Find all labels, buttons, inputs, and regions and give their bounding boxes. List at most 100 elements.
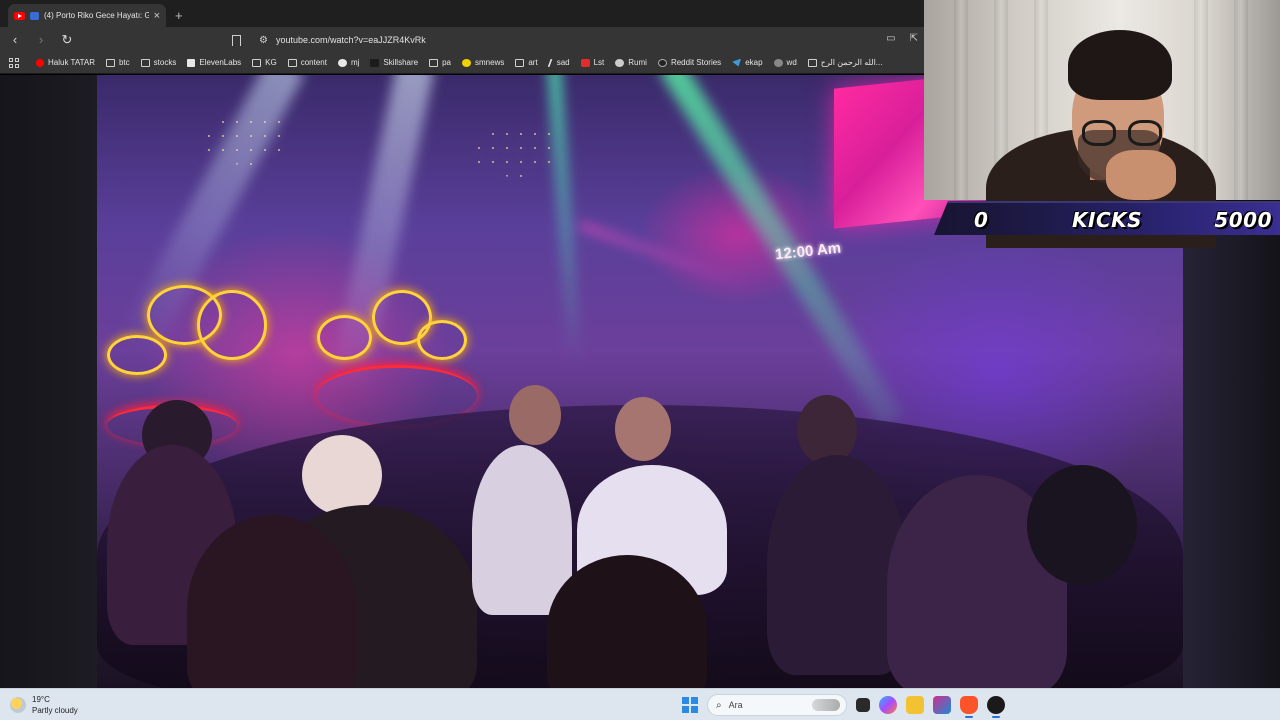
bookmark-rumi[interactable]: Rumi xyxy=(615,58,647,67)
crowd-head xyxy=(615,397,671,461)
weather-description: Partly cloudy xyxy=(32,706,78,715)
chandelier xyxy=(472,127,562,177)
weather-widget[interactable]: 19°C Partly cloudy xyxy=(10,694,78,716)
share-icon[interactable]: ⇱ xyxy=(910,33,918,44)
crowd-head xyxy=(1027,465,1137,585)
bookmark-wd[interactable]: wd xyxy=(773,58,797,67)
bookmark-pa[interactable]: pa xyxy=(429,58,451,67)
folder-icon xyxy=(252,58,262,67)
bookmark-label: KG xyxy=(265,58,277,67)
light-beam xyxy=(578,222,751,290)
folder-icon xyxy=(429,58,439,67)
bookmark-label: Skillshare xyxy=(383,58,419,67)
taskbar-icons: ⌕ Ara xyxy=(682,694,1005,718)
apps-grid-icon[interactable] xyxy=(9,57,19,68)
reload-button[interactable]: ↻ xyxy=(61,33,73,46)
bird-icon xyxy=(732,58,742,67)
streamer-hair xyxy=(1068,30,1172,100)
bookmark-label: content xyxy=(300,58,327,67)
kicks-current-value: 0 xyxy=(974,208,989,232)
rumi-icon xyxy=(615,58,625,67)
curtain-fold xyxy=(954,0,968,200)
forward-button[interactable]: › xyxy=(35,33,47,46)
browser-tab[interactable]: (4) Porto Riko Gece Hayatı: G × xyxy=(8,4,166,27)
streamer-glasses xyxy=(1082,120,1116,146)
folder-icon xyxy=(515,58,525,67)
address-bar[interactable]: ⚙ youtube.com/watch?v=eaJJZR4KvRk ▭ ⇱ xyxy=(232,30,924,50)
crowd-person xyxy=(767,455,907,675)
bookmarks-bar: Haluk TATAR btc stocks ElevenLabs KG con… xyxy=(0,52,924,74)
neon-sign xyxy=(317,315,372,360)
bookmark-label: mj xyxy=(350,58,360,67)
weather-text: 19°C Partly cloudy xyxy=(32,694,78,716)
browser-tab-bar: (4) Porto Riko Gece Hayatı: G × + xyxy=(0,0,924,27)
copilot-icon[interactable] xyxy=(879,696,897,714)
bookmark-smnews[interactable]: smnews xyxy=(462,58,504,67)
bookmark-label: art xyxy=(528,58,538,67)
bookmark-reddit-stories[interactable]: Reddit Stories xyxy=(657,58,721,67)
bookmark-label: smnews xyxy=(475,58,505,67)
task-view-icon[interactable] xyxy=(856,698,870,712)
youtube-favicon-icon xyxy=(14,11,25,20)
new-tab-button[interactable]: + xyxy=(175,8,183,23)
slash-icon xyxy=(547,58,555,67)
weather-temperature: 19°C xyxy=(32,695,50,704)
kicks-goal-value: 5000 xyxy=(1214,208,1272,232)
bookmark-content[interactable]: content xyxy=(287,58,327,67)
video-letterbox-right xyxy=(1183,233,1280,688)
browser-toolbar: ‹ › ↻ ⚙ youtube.com/watch?v=eaJJZR4KvRk … xyxy=(0,27,924,52)
bookmark-skillshare[interactable]: Skillshare xyxy=(370,58,418,67)
taskbar-search-box[interactable]: ⌕ Ara xyxy=(707,694,847,716)
folder-icon xyxy=(140,58,150,67)
globe-icon xyxy=(773,58,783,67)
bookmark-art[interactable]: art xyxy=(515,58,538,67)
skillshare-icon xyxy=(370,58,380,67)
folder-icon xyxy=(287,58,297,67)
bookmark-ekap[interactable]: ekap xyxy=(732,58,763,67)
url-text[interactable]: youtube.com/watch?v=eaJJZR4KvRk xyxy=(276,35,426,45)
elevenlabs-icon xyxy=(187,58,196,67)
bookmark-sad[interactable]: sad xyxy=(547,58,570,67)
bookmark-mj[interactable]: mj xyxy=(337,58,360,67)
neon-sign xyxy=(107,335,167,375)
crowd-head xyxy=(302,435,382,515)
windows-start-icon[interactable] xyxy=(682,697,698,713)
file-explorer-icon[interactable] xyxy=(906,696,924,714)
reddit-icon xyxy=(657,58,667,67)
back-button[interactable]: ‹ xyxy=(9,33,21,46)
brave-browser-icon[interactable] xyxy=(960,696,978,718)
bookmark-icon[interactable] xyxy=(232,34,241,46)
obs-icon[interactable] xyxy=(987,696,1005,718)
neon-sign xyxy=(417,320,467,360)
bookmark-elevenlabs[interactable]: ElevenLabs xyxy=(187,58,241,67)
smiley-icon xyxy=(462,58,471,67)
chandelier xyxy=(202,115,292,165)
close-icon[interactable]: × xyxy=(154,10,160,22)
cast-icon[interactable]: ▭ xyxy=(886,33,895,44)
bookmark-arabic[interactable]: الله الرحمن الرح... xyxy=(807,58,882,67)
bookmark-haluk-tatar[interactable]: Haluk TATAR xyxy=(36,58,95,67)
bookmark-label: ElevenLabs xyxy=(199,58,242,67)
document-icon xyxy=(807,58,817,67)
tab-extension-icon xyxy=(30,11,39,20)
bookmark-label: wd xyxy=(786,58,797,67)
bookmark-label: stocks xyxy=(153,58,177,67)
crowd-head xyxy=(509,385,561,445)
bookmark-kg[interactable]: KG xyxy=(252,58,277,67)
light-beam xyxy=(547,75,582,365)
neon-sign xyxy=(197,290,267,360)
kicks-label: KICKS xyxy=(1072,208,1143,232)
bookmark-label: Rumi xyxy=(628,58,647,67)
s-logo-icon xyxy=(580,58,590,67)
search-icon: ⌕ xyxy=(716,699,722,711)
bookmark-stocks[interactable]: stocks xyxy=(140,58,177,67)
bookmark-btc[interactable]: btc xyxy=(105,58,130,67)
tab-title: (4) Porto Riko Gece Hayatı: G xyxy=(44,11,149,20)
kicks-counter-bar: 0 KICKS 5000 xyxy=(934,201,1280,235)
site-info-icon[interactable]: ⚙ xyxy=(259,35,268,46)
windows-taskbar: 19°C Partly cloudy ⌕ Ara xyxy=(0,688,1280,720)
snipping-tool-icon[interactable] xyxy=(933,696,951,714)
bookmark-label: ekap xyxy=(745,58,763,67)
bookmark-lst[interactable]: Lst xyxy=(580,58,604,67)
folder-icon xyxy=(105,58,115,67)
